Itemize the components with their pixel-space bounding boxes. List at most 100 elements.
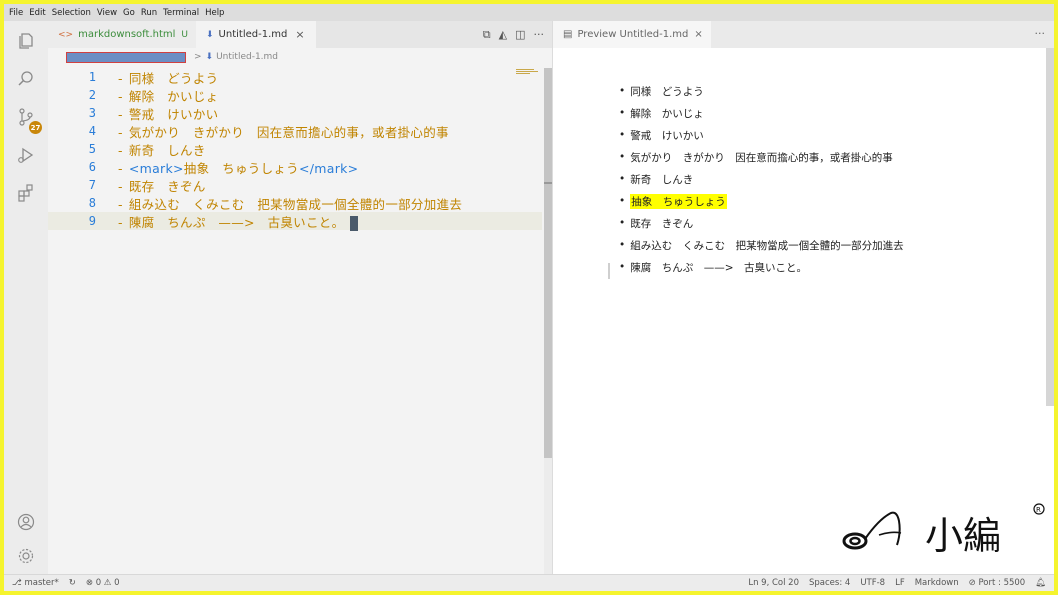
git-branch[interactable]: ⎇ master* xyxy=(12,578,59,588)
list-item: • 新奇 しんき xyxy=(619,173,694,186)
code-line[interactable]: 7 - 既存 きぞん xyxy=(48,176,542,194)
line-number: 1 xyxy=(88,70,96,84)
compare-icon[interactable]: ◭ xyxy=(499,28,507,41)
editor-tabs: <> markdownsoft.html U ⬇ Untitled-1.md × xyxy=(48,21,552,48)
error-count: 0 xyxy=(95,578,102,588)
list-item: • 抽象 ちゅうしょう xyxy=(619,193,727,209)
list-item-text: 気がかり きがかり 因在意而擔心的事，或者掛心的事 xyxy=(630,151,893,164)
code-line[interactable]: 5 - 新奇 しんき xyxy=(48,140,542,158)
open-preview-icon[interactable]: ⧉ xyxy=(483,28,491,42)
menu-file[interactable]: File xyxy=(6,8,26,18)
settings-gear-icon[interactable] xyxy=(16,546,36,566)
code-line[interactable]: 4 - 気がかり きがかり 因在意而擔心的事，或者掛心的事 xyxy=(48,122,542,140)
port-label: Port : 5500 xyxy=(978,578,1026,588)
tab-preview-untitled-md[interactable]: ▤ Preview Untitled-1.md × xyxy=(553,21,711,48)
line-content: 解除 かいじょ xyxy=(128,88,219,104)
close-tab-icon[interactable]: × xyxy=(694,29,702,40)
list-item: • 警戒 けいかい xyxy=(619,129,704,142)
line-content: 警戒 けいかい xyxy=(128,106,219,122)
preview-scrollbar[interactable] xyxy=(1046,48,1054,406)
extensions-icon[interactable] xyxy=(16,183,36,203)
list-item-text: 同様 どうよう xyxy=(630,85,704,98)
tab-untitled-md[interactable]: ⬇ Untitled-1.md × xyxy=(196,21,316,48)
account-icon[interactable] xyxy=(16,512,36,532)
svg-text:R: R xyxy=(1036,506,1041,514)
list-item: • 気がかり きがかり 因在意而擔心的事，或者掛心的事 xyxy=(619,151,893,164)
notifications-bell-icon[interactable]: 🔔︎ xyxy=(1035,578,1046,588)
tab-markdownsoft-html[interactable]: <> markdownsoft.html U xyxy=(48,21,196,48)
line-number: 8 xyxy=(88,196,96,210)
line-content: 抽象 ちゅうしょう xyxy=(183,160,299,176)
line-content: 既存 きぞん xyxy=(128,178,206,194)
list-item: • 組み込む くみこむ 把某物當成一個全體的一部分加進去 xyxy=(619,239,904,252)
code-line-current[interactable]: 9 - 陳腐 ちんぷ ——> 古臭いこと。 xyxy=(48,212,542,231)
minimap[interactable] xyxy=(516,68,540,78)
list-item-text: 陳腐 ちんぷ ——> 古臭いこと。 xyxy=(630,261,808,274)
preview-icon: ▤ xyxy=(563,29,573,40)
code-line[interactable]: 2 - 解除 かいじょ xyxy=(48,86,542,104)
end-of-line[interactable]: LF xyxy=(895,578,905,588)
menu-selection[interactable]: Selection xyxy=(49,8,94,18)
preview-tabs: ▤ Preview Untitled-1.md × ··· xyxy=(553,21,1054,48)
more-actions-icon[interactable]: ··· xyxy=(1035,27,1046,40)
code-editor[interactable]: 1 - 同様 どうよう 2 - 解除 かいじょ 3 - 警戒 けいかい 4 - 気がかり… xyxy=(48,68,542,248)
vscode-window: File Edit Selection View Go Run Terminal… xyxy=(4,4,1054,591)
menu-run[interactable]: Run xyxy=(138,8,160,18)
close-tab-icon[interactable]: × xyxy=(295,28,304,41)
redacted-path[interactable] xyxy=(66,51,186,63)
indentation[interactable]: Spaces: 4 xyxy=(809,578,850,588)
tab-label: Preview Untitled-1.md xyxy=(577,29,689,40)
line-content: 新奇 しんき xyxy=(128,142,206,158)
list-item: • 陳腐 ちんぷ ——> 古臭いこと。 xyxy=(619,261,808,274)
sync-icon[interactable]: ↻ xyxy=(69,578,76,588)
watermark-text: 小編 xyxy=(925,514,1001,557)
menu-view[interactable]: View xyxy=(94,8,120,18)
line-number: 2 xyxy=(88,88,96,102)
line-content: 気がかり きがかり 因在意而擔心的事，或者掛心的事 xyxy=(128,124,449,140)
list-item-text: 既存 きぞん xyxy=(630,217,694,230)
list-item-text: 新奇 しんき xyxy=(630,173,694,186)
menu-go[interactable]: Go xyxy=(120,8,138,18)
xiaobian-watermark-logo: 小編 R xyxy=(842,503,1045,557)
mark-close-tag: </mark> xyxy=(298,160,359,176)
live-server-port[interactable]: ⊘ Port : 5500 xyxy=(969,578,1026,588)
menu-help[interactable]: Help xyxy=(202,8,227,18)
markdown-file-icon: ⬇ xyxy=(206,29,214,40)
line-number: 7 xyxy=(88,178,96,192)
list-item: • 既存 きぞん xyxy=(619,217,694,230)
activity-bar: 27 xyxy=(4,21,48,574)
line-number: 9 xyxy=(88,214,96,228)
run-debug-icon[interactable] xyxy=(16,145,36,165)
more-actions-icon[interactable]: ··· xyxy=(534,28,545,41)
code-line[interactable]: 3 - 警戒 けいかい xyxy=(48,104,542,122)
highlighted-text: 抽象 ちゅうしょう xyxy=(630,193,727,209)
tab-label: Untitled-1.md xyxy=(218,29,288,40)
search-icon[interactable] xyxy=(16,69,36,89)
text-cursor xyxy=(350,215,359,231)
line-content: 同様 どうよう xyxy=(128,70,219,86)
menu-bar: File Edit Selection View Go Run Terminal… xyxy=(4,4,1054,21)
language-mode[interactable]: Markdown xyxy=(915,578,959,588)
line-content: 組み込む くみこむ 把某物當成一個全體的一部分加進去 xyxy=(128,196,463,212)
line-number: 5 xyxy=(88,142,96,156)
code-line[interactable]: 1 - 同様 どうよう xyxy=(48,68,542,86)
markdown-file-icon: ⬇ xyxy=(205,52,214,62)
encoding[interactable]: UTF-8 xyxy=(860,578,885,588)
list-item-text: 解除 かいじょ xyxy=(630,107,704,120)
split-editor-icon[interactable]: ◫ xyxy=(515,28,525,41)
breadcrumb: > ⬇ Untitled-1.md xyxy=(48,48,552,66)
editor-actions: ⧉ ◭ ◫ ··· xyxy=(483,21,544,48)
explorer-icon[interactable] xyxy=(16,31,36,51)
code-line[interactable]: 8 - 組み込む くみこむ 把某物當成一個全體的一部分加進去 xyxy=(48,194,542,212)
menu-terminal[interactable]: Terminal xyxy=(160,8,202,18)
list-item-text: 警戒 けいかい xyxy=(630,129,704,142)
code-line[interactable]: 6 - <mark>抽象 ちゅうしょう</mark> xyxy=(48,158,542,176)
cursor-position[interactable]: Ln 9, Col 20 xyxy=(748,578,799,588)
preview-group: ▤ Preview Untitled-1.md × ··· • 同様 どうよう •… xyxy=(552,21,1054,574)
breadcrumb-file[interactable]: Untitled-1.md xyxy=(216,52,278,62)
problems-indicator[interactable]: ⊗ 0 ⚠ 0 xyxy=(86,578,120,588)
breadcrumb-separator: > xyxy=(194,52,202,62)
menu-edit[interactable]: Edit xyxy=(26,8,48,18)
preview-line-marker xyxy=(608,263,610,279)
editor-group: <> markdownsoft.html U ⬇ Untitled-1.md ×… xyxy=(48,21,554,574)
